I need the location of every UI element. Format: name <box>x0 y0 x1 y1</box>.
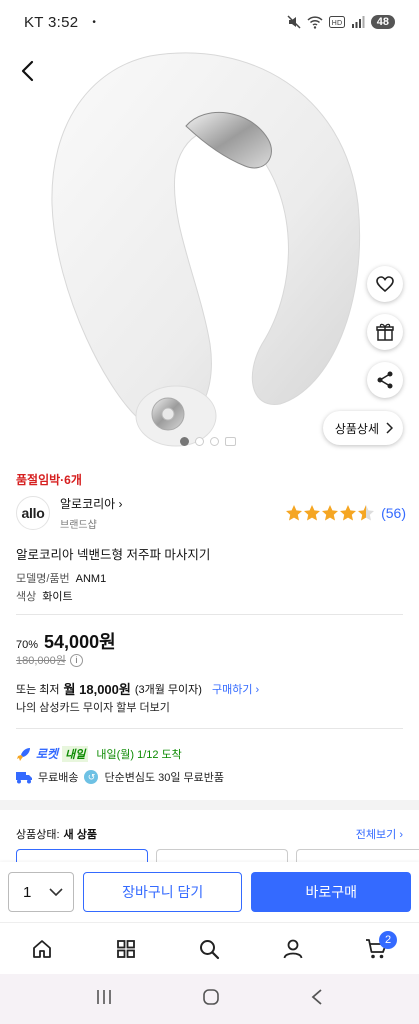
installment-buy-link[interactable]: 구매하기 › <box>212 681 259 697</box>
carousel-dot <box>210 437 219 446</box>
back-button[interactable] <box>14 56 44 86</box>
condition-label: 상품상태: <box>16 829 60 841</box>
chevron-down-icon <box>49 888 63 896</box>
gift-icon <box>376 323 394 341</box>
rocket-delivery-row: 로켓 내일 내일(월) 1/12 도착 <box>16 745 182 762</box>
free-return-label: 단순변심도 30일 무료반품 <box>104 772 225 784</box>
color-label: 색상 <box>16 591 37 603</box>
product-detail-label: 상품상세 <box>334 421 379 436</box>
brand-text[interactable]: 알로코리아 › 브랜드샵 <box>60 495 123 531</box>
recent-apps-icon <box>97 989 111 1004</box>
installment-amount: 월 18,000원 <box>63 682 131 697</box>
brand-row[interactable]: allo 알로코리아 › 브랜드샵 (56) <box>16 494 406 532</box>
purchase-action-bar: 1 장바구니 담기 바로구매 <box>0 862 419 922</box>
buy-now-button[interactable]: 바로구매 <box>251 872 411 912</box>
nav-search[interactable] <box>189 929 229 969</box>
chevron-left-icon <box>21 60 34 82</box>
discount-rate: 70% <box>16 639 39 651</box>
sale-price: 54,000원 <box>44 632 116 652</box>
brand-name[interactable]: 알로코리아 › <box>60 495 123 512</box>
bottom-navigation: 2 <box>0 922 419 974</box>
star-rating-icon <box>286 505 375 521</box>
divider <box>16 728 403 729</box>
quantity-value: 1 <box>23 883 32 901</box>
brand-shop-label: 브랜드샵 <box>60 520 97 531</box>
delivery-date: 내일(월) 1/12 도착 <box>96 748 182 761</box>
share-icon <box>377 371 393 389</box>
cart-count-badge: 2 <box>379 930 398 949</box>
model-row: 모델명/품번 ANM1 <box>16 570 106 586</box>
info-icon[interactable]: i <box>69 653 83 667</box>
grid-icon <box>116 939 135 958</box>
price-row: 70% 54,000원 <box>16 628 116 654</box>
status-time: KT 3:52 <box>24 13 79 31</box>
wifi-icon <box>307 16 323 29</box>
condition-value: 새 상품 <box>63 829 97 841</box>
home-circle-icon <box>203 988 220 1005</box>
mute-icon <box>287 15 301 29</box>
carousel-dot <box>195 437 204 446</box>
status-icons: HD 48 <box>287 15 395 29</box>
return-icon: ↺ <box>84 770 99 784</box>
section-separator <box>0 800 419 810</box>
status-bar: KT 3:52 • HD 48 <box>0 0 419 44</box>
user-icon <box>283 939 303 958</box>
search-icon <box>200 939 220 959</box>
heart-icon <box>376 276 394 293</box>
color-value: 화이트 <box>42 591 73 603</box>
rocket-label: 로켓 <box>36 747 59 761</box>
carousel-dot <box>180 437 189 446</box>
product-title: 알로코리아 넥밴드형 저주파 마사지기 <box>16 548 211 562</box>
product-image-carousel[interactable]: 상품상세 <box>0 44 419 454</box>
image-indicator-icon <box>225 437 236 446</box>
installment-prefix: 또는 최저 <box>16 683 60 696</box>
original-price-row: 180,000원 i <box>16 652 83 668</box>
wishlist-button[interactable] <box>367 266 403 302</box>
chevron-right-icon <box>386 422 393 434</box>
rocket-icon <box>17 747 30 761</box>
model-label: 모델명/품번 <box>16 573 70 585</box>
free-shipping-label: 무료배송 <box>38 772 79 784</box>
color-row: 색상 화이트 <box>16 588 73 604</box>
quantity-select[interactable]: 1 <box>8 872 74 912</box>
brand-logo[interactable]: allo <box>16 496 50 530</box>
share-button[interactable] <box>367 362 403 398</box>
add-to-cart-button[interactable]: 장바구니 담기 <box>82 872 243 912</box>
product-detail-button[interactable]: 상품상세 <box>322 411 403 445</box>
nav-my-account[interactable] <box>273 929 313 969</box>
model-value: ANM1 <box>75 573 107 585</box>
hd-icon: HD <box>328 16 345 28</box>
system-back-button[interactable] <box>310 988 324 1011</box>
svg-text:HD: HD <box>331 19 342 27</box>
system-navigation-bar <box>0 974 419 1024</box>
review-count[interactable]: (56) <box>381 505 406 521</box>
truck-icon <box>16 772 32 784</box>
divider <box>16 614 403 615</box>
home-system-button[interactable] <box>202 988 220 1011</box>
home-icon <box>32 939 51 958</box>
battery-icon: 48 <box>370 15 395 29</box>
gift-button[interactable] <box>367 314 403 350</box>
stock-badge: 품절임박·6개 <box>16 473 82 487</box>
back-arrow-icon <box>311 988 322 1005</box>
recent-apps-button[interactable] <box>95 989 113 1010</box>
condition-row: 상품상태: 새 상품 전체보기 › <box>16 826 403 842</box>
installment-terms: (3개월 무이자) <box>134 683 202 696</box>
product-image <box>51 52 361 447</box>
tomorrow-badge: 내일 <box>62 745 89 762</box>
nav-cart[interactable]: 2 <box>357 929 398 969</box>
nav-home[interactable] <box>22 929 62 969</box>
signal-icon <box>351 16 365 28</box>
installment-row: 또는 최저 월 18,000원 (3개월 무이자) 구매하기 › <box>16 679 259 698</box>
notification-dot: • <box>92 16 96 28</box>
carousel-indicator <box>180 437 236 446</box>
original-price: 180,000원 <box>16 655 66 667</box>
card-notice-link[interactable]: 나의 삼성카드 무이자 할부 더보기 <box>16 699 170 715</box>
see-all-link[interactable]: 전체보기 › <box>356 826 403 842</box>
free-shipping-row: 무료배송 ↺ 단순변심도 30일 무료반품 <box>16 769 224 785</box>
rating[interactable]: (56) <box>285 504 406 522</box>
nav-categories[interactable] <box>106 929 146 969</box>
